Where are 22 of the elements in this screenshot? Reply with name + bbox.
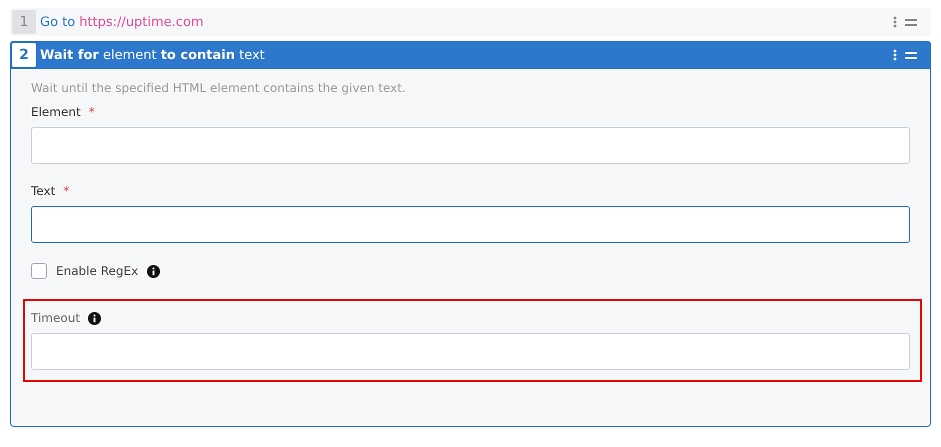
field-label: Text <box>31 184 56 198</box>
drag-handle-icon[interactable] <box>905 52 917 58</box>
more-icon[interactable] <box>893 49 897 61</box>
field-label: Element <box>31 105 81 119</box>
step-header[interactable]: 2 Wait for element to contain text <box>10 41 931 69</box>
info-icon[interactable] <box>88 312 102 324</box>
step-action: Go to <box>40 14 76 30</box>
checkbox[interactable] <box>31 263 47 279</box>
required-mark: * <box>63 184 70 198</box>
step-header[interactable]: 1 Go to https://uptime.com <box>10 8 931 36</box>
step-number: 1 <box>12 10 36 34</box>
step-url: https://uptime.com <box>79 14 204 30</box>
drag-handle-icon[interactable] <box>905 18 917 26</box>
checkbox-label: Enable RegEx <box>56 264 138 278</box>
step-number: 2 <box>12 43 36 67</box>
more-icon[interactable] <box>893 16 897 28</box>
field-label: Timeout <box>31 311 80 325</box>
text-input[interactable] <box>31 206 910 243</box>
required-mark: * <box>88 105 95 119</box>
step-description: Wait until the specified HTML element contains the given text. <box>31 81 407 95</box>
step-title: Wait for element to contain text <box>40 48 265 62</box>
info-icon[interactable] <box>147 264 160 278</box>
